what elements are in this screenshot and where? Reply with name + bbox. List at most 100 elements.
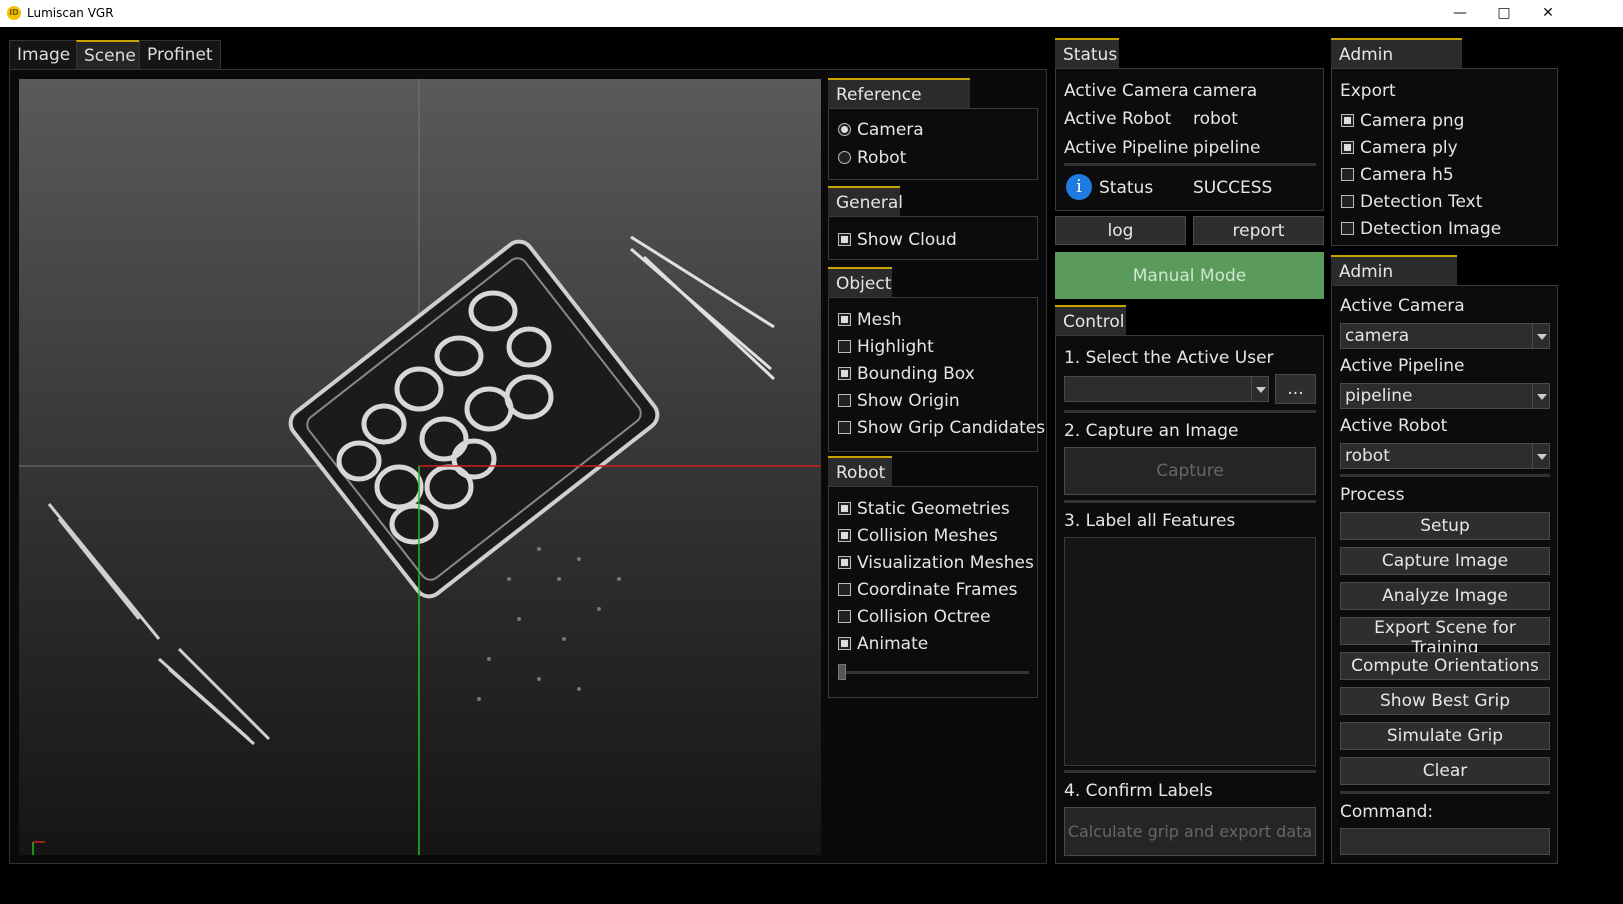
clear-button[interactable]: Clear <box>1340 757 1550 785</box>
animate-slider-track[interactable] <box>839 671 1029 674</box>
checkbox-camera-ply[interactable]: Camera ply <box>1341 138 1458 158</box>
process-label: Process <box>1340 485 1405 505</box>
checkbox-camera-png-box[interactable] <box>1341 114 1354 127</box>
chevron-down-icon[interactable] <box>1532 324 1549 348</box>
checkbox-animate[interactable]: Animate <box>838 634 928 654</box>
close-icon[interactable]: ✕ <box>1526 2 1570 25</box>
title-bar: ID Lumiscan VGR — □ ✕ <box>0 0 1623 27</box>
admin-control-title: Admin Control <box>1331 255 1457 312</box>
checkbox-collision-meshes[interactable]: Collision Meshes <box>838 526 998 546</box>
tab-profinet[interactable]: Profinet <box>139 40 221 70</box>
report-button[interactable]: report <box>1193 216 1324 245</box>
show-best-grip-button[interactable]: Show Best Grip <box>1340 687 1550 715</box>
robot-geometry-top-right <box>630 235 776 381</box>
admin-active-camera-label: Active Camera <box>1340 296 1465 316</box>
capture-image-button[interactable]: Capture Image <box>1340 547 1550 575</box>
feature-label-list[interactable] <box>1064 537 1316 766</box>
checkbox-camera-png[interactable]: Camera png <box>1341 111 1464 131</box>
checkbox-bounding-box-box[interactable] <box>838 367 851 380</box>
checkbox-static-geometries-box[interactable] <box>838 502 851 515</box>
general-title: General <box>828 186 903 216</box>
checkbox-static-geometries[interactable]: Static Geometries <box>838 499 1010 519</box>
radio-robot-indicator[interactable] <box>838 151 851 164</box>
checkbox-collision-octree-box[interactable] <box>838 610 851 623</box>
tab-scene[interactable]: Scene <box>76 40 144 70</box>
status-group: Active Camera camera Active Robot robot … <box>1055 68 1324 211</box>
admin-active-robot-label: Active Robot <box>1340 416 1448 436</box>
checkbox-highlight-box[interactable] <box>838 340 851 353</box>
tab-image[interactable]: Image <box>9 40 79 70</box>
checkbox-animate-box[interactable] <box>838 637 851 650</box>
robot-group: Static Geometries Collision Meshes Visua… <box>828 486 1038 698</box>
checkbox-bounding-box[interactable]: Bounding Box <box>838 364 975 384</box>
checkbox-show-cloud[interactable]: Show Cloud <box>838 230 957 250</box>
checkbox-mesh-box[interactable] <box>838 313 851 326</box>
manual-mode-button[interactable]: Manual Mode <box>1055 252 1324 299</box>
checkbox-mesh[interactable]: Mesh <box>838 310 902 330</box>
command-input[interactable] <box>1340 828 1550 855</box>
checkbox-detection-image[interactable]: Detection Image <box>1341 219 1501 239</box>
checkbox-camera-h5-box[interactable] <box>1341 168 1354 181</box>
checkbox-coordinate-frames-box[interactable] <box>838 583 851 596</box>
checkbox-static-geometries-label: Static Geometries <box>857 499 1010 519</box>
checkbox-collision-octree-label: Collision Octree <box>857 607 991 627</box>
checkbox-collision-meshes-box[interactable] <box>838 529 851 542</box>
admin-robot-combo[interactable]: robot <box>1340 443 1550 469</box>
control-title: Control <box>1055 305 1126 335</box>
reference-frame-group: Camera Robot <box>828 108 1038 180</box>
status-value-active-robot: robot <box>1193 109 1238 129</box>
export-label: Export <box>1340 81 1396 101</box>
radio-robot[interactable]: Robot <box>838 148 906 168</box>
admin-pipeline-combo-value: pipeline <box>1345 386 1413 406</box>
capture-button[interactable]: Capture <box>1064 447 1316 495</box>
status-key-active-robot: Active Robot <box>1064 109 1172 129</box>
checkbox-camera-png-label: Camera png <box>1360 111 1465 131</box>
radio-camera[interactable]: Camera <box>838 120 924 140</box>
checkbox-camera-h5-label: Camera h5 <box>1360 165 1454 185</box>
checkbox-detection-text[interactable]: Detection Text <box>1341 192 1482 212</box>
checkbox-show-cloud-label: Show Cloud <box>857 230 957 250</box>
checkbox-visualization-meshes-box[interactable] <box>838 556 851 569</box>
admin-pipeline-combo[interactable]: pipeline <box>1340 383 1550 409</box>
checkbox-show-grip-candidates[interactable]: Show Grip Candidates <box>838 418 1045 438</box>
admin-robot-combo-value: robot <box>1345 446 1390 466</box>
status-key-active-pipeline: Active Pipeline <box>1064 138 1189 158</box>
checkbox-show-cloud-box[interactable] <box>838 233 851 246</box>
animate-slider-handle[interactable] <box>838 664 846 680</box>
admin-camera-combo[interactable]: camera <box>1340 323 1550 349</box>
browse-user-button[interactable]: ... <box>1275 374 1316 404</box>
checkbox-coordinate-frames[interactable]: Coordinate Frames <box>838 580 1017 600</box>
export-scene-button[interactable]: Export Scene for Training <box>1340 617 1550 658</box>
checkbox-show-grip-candidates-box[interactable] <box>838 421 851 434</box>
checkbox-collision-meshes-label: Collision Meshes <box>857 526 998 546</box>
checkbox-detection-image-box[interactable] <box>1341 222 1354 235</box>
log-button[interactable]: log <box>1055 216 1186 245</box>
checkbox-collision-octree[interactable]: Collision Octree <box>838 607 991 627</box>
checkbox-visualization-meshes[interactable]: Visualization Meshes <box>838 553 1034 573</box>
simulate-grip-button[interactable]: Simulate Grip <box>1340 722 1550 750</box>
chevron-down-icon[interactable] <box>1532 384 1549 408</box>
checkbox-show-origin[interactable]: Show Origin <box>838 391 960 411</box>
checkbox-detection-text-box[interactable] <box>1341 195 1354 208</box>
chevron-down-icon[interactable] <box>1251 377 1268 401</box>
radio-camera-indicator[interactable] <box>838 123 851 136</box>
info-icon: i <box>1066 174 1092 200</box>
checkbox-mesh-label: Mesh <box>857 310 902 330</box>
admin-separator-2 <box>1340 791 1550 794</box>
scene-3d-viewport[interactable] <box>19 79 821 855</box>
calculate-grip-export-button[interactable]: Calculate grip and export data <box>1064 807 1316 856</box>
minimize-icon[interactable]: — <box>1438 2 1482 25</box>
general-group: Show Cloud <box>828 216 1038 260</box>
control-separator-3 <box>1064 770 1316 773</box>
maximize-icon[interactable]: □ <box>1482 2 1526 25</box>
chevron-down-icon[interactable] <box>1532 444 1549 468</box>
compute-orientations-button[interactable]: Compute Orientations <box>1340 652 1550 680</box>
status-separator <box>1064 163 1316 166</box>
setup-button[interactable]: Setup <box>1340 512 1550 540</box>
checkbox-highlight[interactable]: Highlight <box>838 337 934 357</box>
checkbox-camera-h5[interactable]: Camera h5 <box>1341 165 1454 185</box>
checkbox-show-origin-box[interactable] <box>838 394 851 407</box>
analyze-image-button[interactable]: Analyze Image <box>1340 582 1550 610</box>
checkbox-camera-ply-box[interactable] <box>1341 141 1354 154</box>
user-combo[interactable] <box>1064 376 1269 402</box>
